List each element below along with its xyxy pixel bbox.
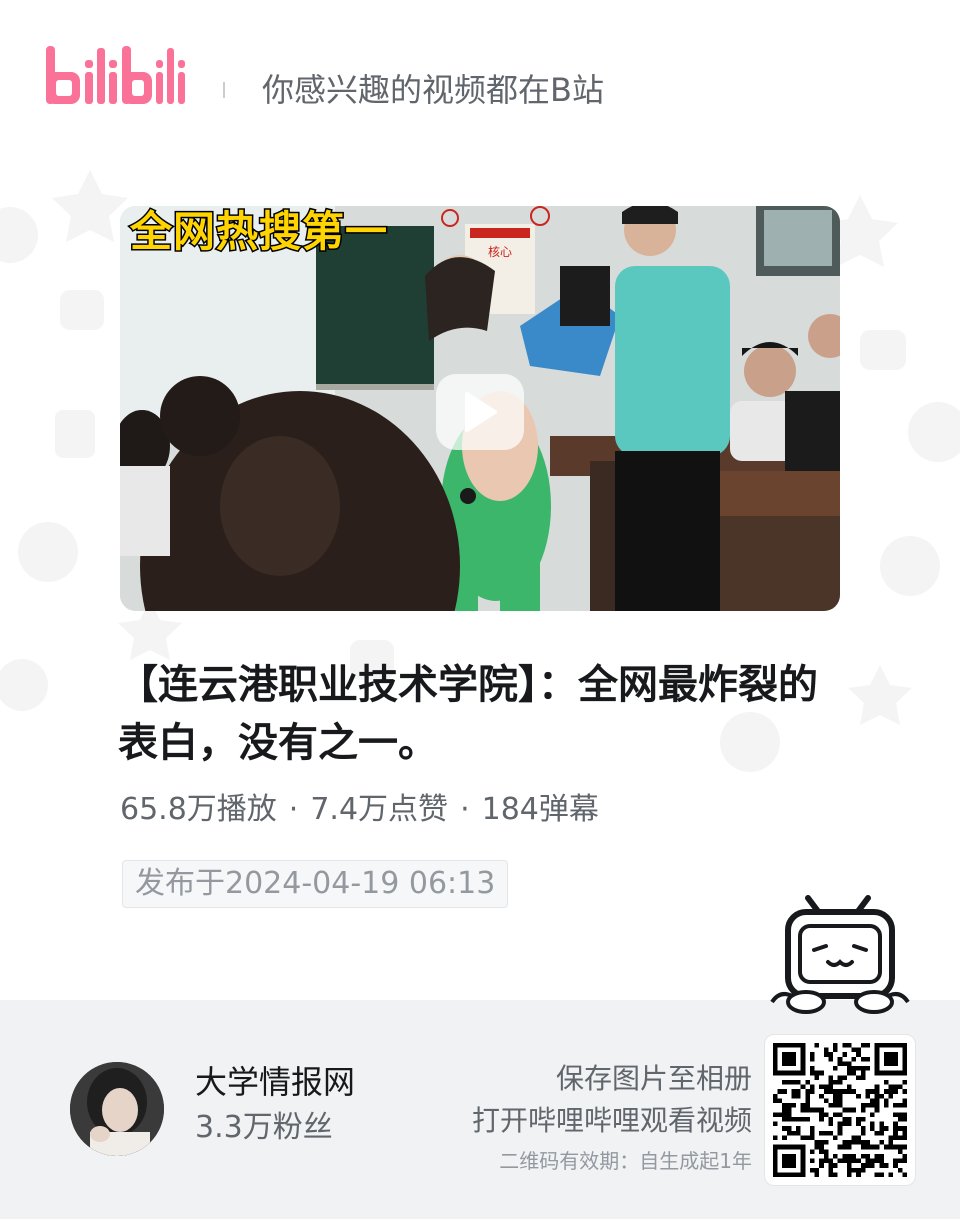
- tv-mascot-icon: [770, 895, 910, 1014]
- video-stats: 65.8万播放 · 7.4万点赞 · 184弹幕: [120, 788, 599, 832]
- header-slogan: 你感兴趣的视频都在B站: [262, 71, 604, 109]
- danmaku-count: 184弹幕: [481, 792, 599, 827]
- uploader-name[interactable]: 大学情报网: [195, 1060, 355, 1104]
- header-divider: [223, 82, 225, 98]
- cover-caption: 全网热搜第一: [128, 206, 389, 258]
- qr-validity: 二维码有效期：自生成起1年: [499, 1149, 752, 1173]
- qr-hint-save: 保存图片至相册: [555, 1062, 752, 1095]
- video-cover[interactable]: 核心 全网热搜第一: [120, 206, 840, 611]
- stats-separator: ·: [288, 792, 299, 827]
- qr-hint-open: 打开哔哩哔哩观看视频: [471, 1104, 752, 1137]
- play-button[interactable]: [436, 374, 524, 450]
- publish-date: 发布于2024-04-19 06:13: [122, 860, 509, 908]
- stats-separator: ·: [460, 792, 470, 827]
- poster-text: 核心: [488, 245, 512, 259]
- qr-code[interactable]: [764, 1034, 916, 1186]
- play-icon: [465, 392, 497, 432]
- qr-hint: 保存图片至相册 打开哔哩哔哩观看视频 二维码有效期：自生成起1年: [472, 1058, 752, 1180]
- like-count: 7.4万点赞: [310, 792, 449, 827]
- video-title[interactable]: 【连云港职业技术学院】：全网最炸裂的表白，没有之一。: [118, 656, 848, 772]
- avatar-image: [70, 1062, 164, 1156]
- play-count: 65.8万播放: [120, 792, 277, 827]
- fan-count: 3.3万粉丝: [195, 1110, 333, 1145]
- uploader-avatar[interactable]: [70, 1062, 164, 1156]
- header: 你感兴趣的视频都在B站: [0, 0, 960, 180]
- qr-code-image: [773, 1043, 907, 1177]
- bilibili-logo[interactable]: [44, 42, 188, 112]
